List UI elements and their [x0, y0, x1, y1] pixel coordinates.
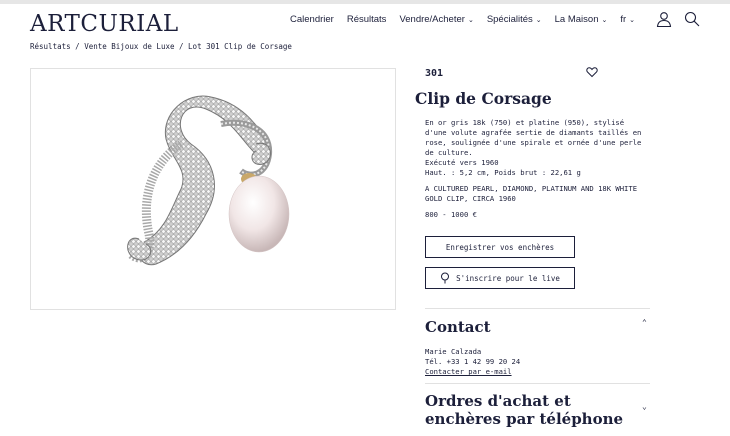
nav-item-label: Calendrier — [290, 14, 334, 25]
search-icon[interactable] — [684, 11, 700, 27]
breadcrumb-separator: / — [70, 42, 85, 51]
nav-item-calendrier[interactable]: Calendrier — [290, 14, 334, 25]
language-selector[interactable]: fr ⌄ — [620, 14, 635, 25]
lot-photo[interactable] — [30, 68, 396, 310]
chevron-down-icon[interactable]: ⌄ — [642, 402, 647, 411]
description-fr: En or gris 18k (750) et platine (950), s… — [425, 118, 642, 157]
chevron-down-icon: ⌄ — [467, 16, 474, 24]
breadcrumb-item-lot: Lot 301 Clip de Corsage — [188, 42, 292, 51]
contact-email-link[interactable]: Contacter par e-mail — [425, 367, 512, 376]
chevron-down-icon: ⌄ — [601, 16, 608, 24]
register-bids-label: Enregistrer vos enchères — [445, 242, 555, 252]
contact-name: Marie Calzada — [425, 347, 482, 356]
breadcrumb-item-vente[interactable]: Vente Bijoux de Luxe — [84, 42, 174, 51]
nav-item-label: La Maison — [554, 14, 599, 25]
pin-icon — [441, 272, 450, 284]
ordres-heading[interactable]: Ordres d'achat et enchères par téléphone — [425, 392, 635, 428]
top-strip — [0, 0, 730, 4]
breadcrumb-separator: / — [174, 42, 189, 51]
estimate: 800 - 1000 € — [425, 210, 477, 219]
lot-description: En or gris 18k (750) et platine (950), s… — [425, 118, 650, 220]
chevron-down-icon: ⌄ — [535, 16, 542, 24]
dimensions: Haut. : 5,2 cm, Poids brut : 22,61 g — [425, 168, 581, 177]
brooch-image — [127, 95, 290, 266]
artcurial-logo[interactable]: ARTCURIAL — [30, 11, 179, 37]
divider — [425, 308, 650, 309]
lot-title: Clip de Corsage — [415, 89, 552, 108]
breadcrumb: Résultats / Vente Bijoux de Luxe / Lot 3… — [30, 42, 292, 51]
nav-item-label: Vendre/Acheter — [399, 14, 465, 25]
user-icon[interactable] — [656, 11, 672, 27]
nav-item-label: Spécialités — [486, 14, 533, 25]
register-bids-button[interactable]: Enregistrer vos enchères — [425, 236, 575, 258]
lot-number: 301 — [425, 68, 444, 79]
nav-item-resultats[interactable]: Résultats — [347, 14, 387, 25]
contact-heading[interactable]: Contact — [425, 318, 491, 336]
live-signup-button[interactable]: S'inscrire pour le live — [425, 267, 575, 289]
heart-icon[interactable] — [586, 66, 598, 78]
main-nav: Calendrier Résultats Vendre/Acheter ⌄ Spé… — [290, 14, 648, 25]
description-en: A CULTURED PEARL, DIAMOND, PLATINUM AND … — [425, 184, 638, 203]
nav-item-la-maison[interactable]: La Maison ⌄ — [555, 14, 608, 25]
language-label: fr — [620, 14, 627, 25]
divider — [425, 383, 650, 384]
live-signup-label: S'inscrire pour le live — [456, 273, 560, 283]
chevron-up-icon[interactable]: ⌃ — [642, 318, 647, 327]
nav-item-label: Résultats — [346, 14, 387, 25]
chevron-down-icon: ⌄ — [629, 16, 636, 24]
nav-item-vendre-acheter[interactable]: Vendre/Acheter ⌄ — [399, 14, 473, 25]
contact-info: Marie Calzada Tél. +33 1 42 99 20 24 Con… — [425, 347, 520, 377]
breadcrumb-item-resultats[interactable]: Résultats — [30, 42, 71, 51]
contact-phone: Tél. +33 1 42 99 20 24 — [425, 357, 521, 366]
executed-date: Exécuté vers 1960 — [425, 158, 499, 167]
nav-item-specialites[interactable]: Spécialités ⌄ — [487, 14, 542, 25]
